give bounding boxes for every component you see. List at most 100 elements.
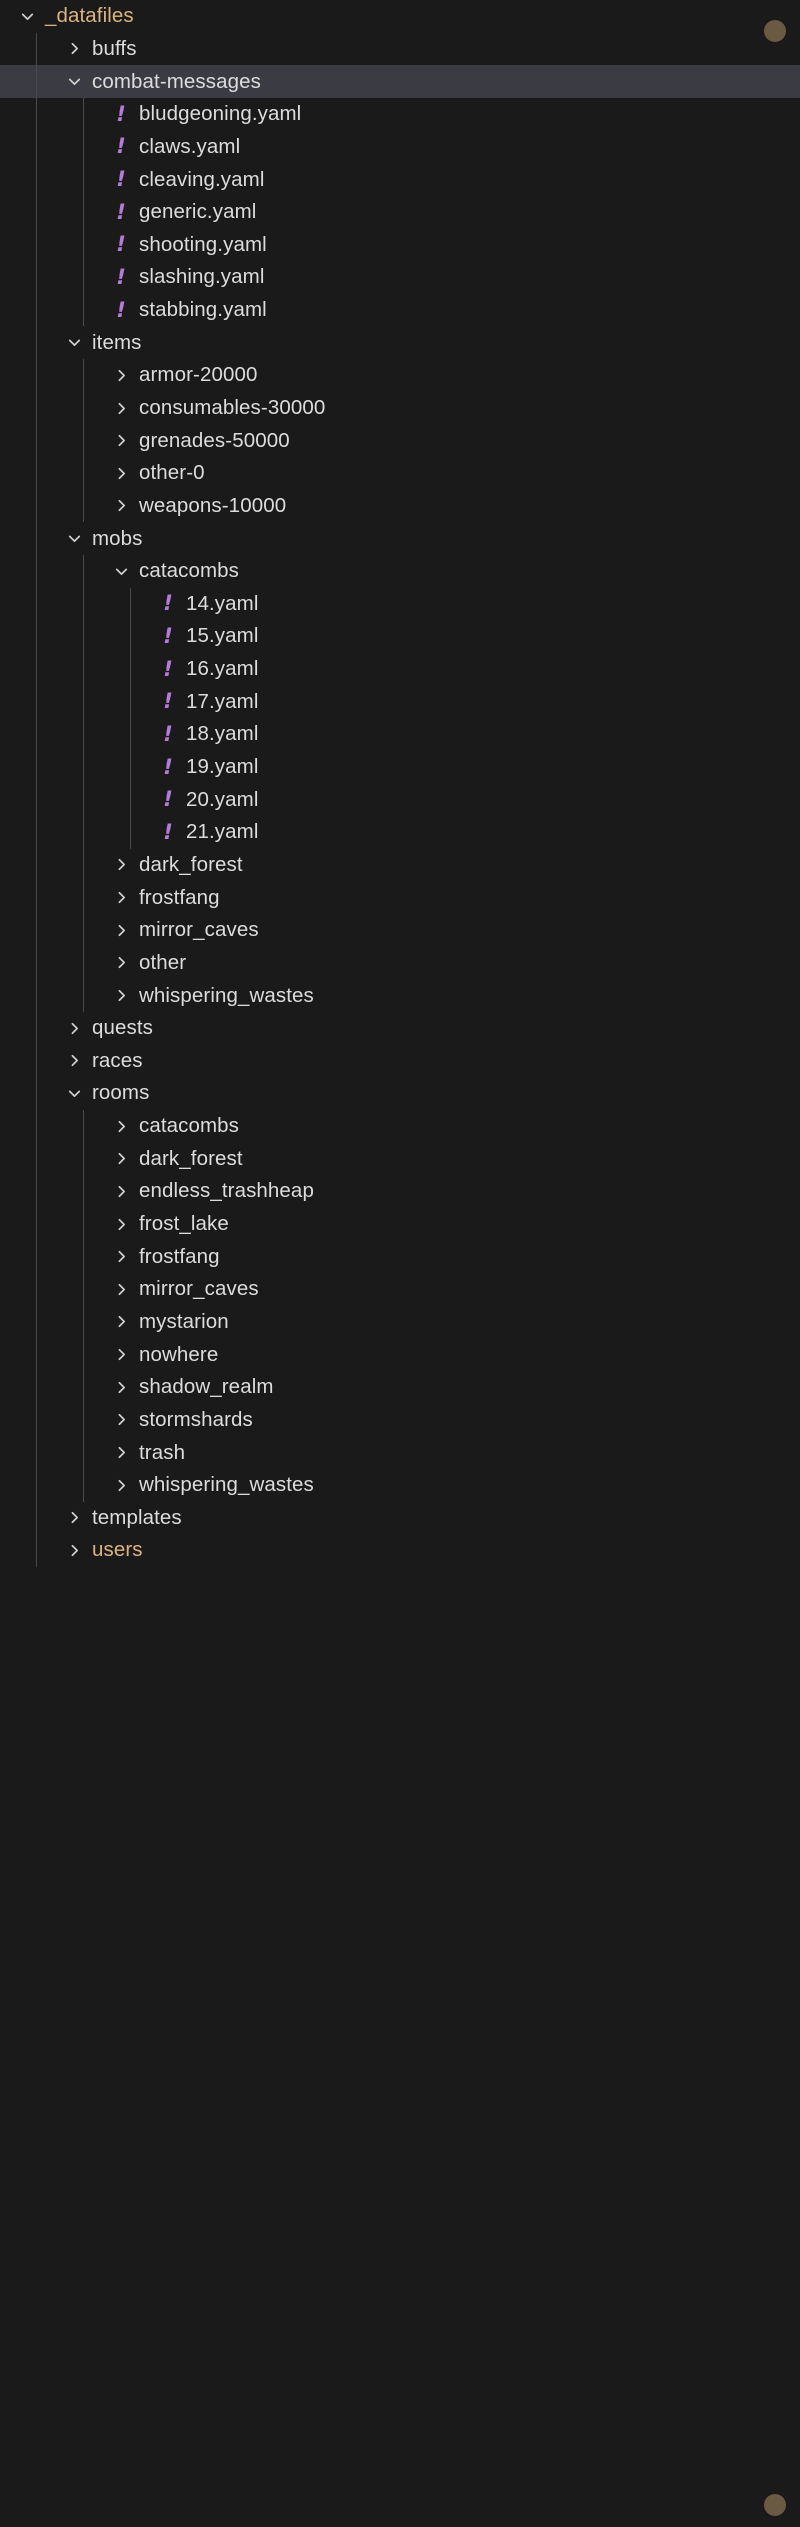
chevron-down-icon[interactable]: [108, 563, 134, 580]
chevron-right-icon[interactable]: [108, 1477, 134, 1494]
chevron-down-icon[interactable]: [61, 1085, 87, 1102]
chevron-down-icon[interactable]: [61, 73, 87, 90]
chevron-right-icon[interactable]: [108, 856, 134, 873]
tree-folder-row[interactable]: combat-messages: [0, 65, 800, 98]
status-dot-icon-top: [764, 20, 786, 42]
tree-folder-row[interactable]: rooms: [0, 1077, 800, 1110]
tree-folder-row[interactable]: mirror_caves: [0, 914, 800, 947]
chevron-right-icon[interactable]: [108, 1444, 134, 1461]
chevron-right-icon[interactable]: [108, 1248, 134, 1265]
tree-folder-row[interactable]: races: [0, 1045, 800, 1078]
tree-item-label: stormshards: [139, 1407, 253, 1431]
tree-file-row[interactable]: ! bludgeoning.yaml: [0, 98, 800, 131]
tree-file-row[interactable]: ! cleaving.yaml: [0, 163, 800, 196]
tree-folder-row[interactable]: items: [0, 326, 800, 359]
tree-item-label: 15.yaml: [186, 624, 259, 648]
chevron-down-icon[interactable]: [14, 8, 40, 25]
tree-file-row[interactable]: ! 21.yaml: [0, 816, 800, 849]
tree-file-row[interactable]: ! shooting.yaml: [0, 228, 800, 261]
tree-file-row[interactable]: ! 17.yaml: [0, 685, 800, 718]
chevron-right-icon[interactable]: [108, 1379, 134, 1396]
chevron-right-icon[interactable]: [61, 1052, 87, 1069]
tree-item-label: races: [92, 1048, 143, 1072]
yaml-file-icon: !: [163, 787, 173, 812]
tree-file-row[interactable]: ! 15.yaml: [0, 620, 800, 653]
chevron-right-icon[interactable]: [108, 432, 134, 449]
tree-folder-row[interactable]: catacombs: [0, 1110, 800, 1143]
tree-item-label: trash: [139, 1440, 186, 1464]
tree-file-row[interactable]: ! 18.yaml: [0, 718, 800, 751]
tree-folder-row[interactable]: users: [0, 1534, 800, 1567]
tree-folder-row[interactable]: other-0: [0, 457, 800, 490]
chevron-right-icon[interactable]: [108, 367, 134, 384]
tree-folder-row[interactable]: templates: [0, 1501, 800, 1534]
chevron-right-icon[interactable]: [108, 400, 134, 417]
tree-item-label: weapons-10000: [139, 493, 287, 517]
chevron-right-icon[interactable]: [108, 465, 134, 482]
tree-folder-row[interactable]: frostfang: [0, 881, 800, 914]
chevron-right-icon[interactable]: [61, 1020, 87, 1037]
tree-item-label: users: [92, 1538, 143, 1562]
tree-file-row[interactable]: ! 19.yaml: [0, 751, 800, 784]
tree-folder-row[interactable]: dark_forest: [0, 1142, 800, 1175]
chevron-right-icon[interactable]: [61, 1542, 87, 1559]
tree-folder-row[interactable]: mystarion: [0, 1306, 800, 1339]
tree-folder-row[interactable]: consumables-30000: [0, 392, 800, 425]
tree-folder-row[interactable]: trash: [0, 1436, 800, 1469]
chevron-right-icon[interactable]: [108, 497, 134, 514]
chevron-right-icon[interactable]: [108, 1313, 134, 1330]
chevron-right-icon[interactable]: [108, 1118, 134, 1135]
tree-folder-row[interactable]: other: [0, 947, 800, 980]
file-tree[interactable]: _datafiles buffs combat-messages! bludgeoni…: [0, 0, 800, 1568]
chevron-right-icon[interactable]: [108, 1281, 134, 1298]
tree-item-label: cleaving.yaml: [139, 167, 265, 191]
chevron-right-icon[interactable]: [108, 954, 134, 971]
tree-folder-row[interactable]: armor-20000: [0, 359, 800, 392]
tree-folder-row[interactable]: grenades-50000: [0, 424, 800, 457]
tree-folder-row[interactable]: endless_trashheap: [0, 1175, 800, 1208]
tree-item-label: stabbing.yaml: [139, 298, 267, 322]
tree-item-label: 20.yaml: [186, 787, 259, 811]
chevron-right-icon[interactable]: [108, 1150, 134, 1167]
tree-folder-row[interactable]: weapons-10000: [0, 490, 800, 523]
tree-folder-row[interactable]: shadow_realm: [0, 1371, 800, 1404]
tree-file-row[interactable]: ! 16.yaml: [0, 653, 800, 686]
chevron-right-icon[interactable]: [108, 1216, 134, 1233]
chevron-right-icon[interactable]: [61, 40, 87, 57]
yaml-file-icon: !: [163, 754, 173, 779]
yaml-file-icon: !: [163, 623, 173, 648]
tree-folder-row[interactable]: catacombs: [0, 555, 800, 588]
tree-folder-row[interactable]: whispering_wastes: [0, 979, 800, 1012]
tree-folder-row[interactable]: nowhere: [0, 1338, 800, 1371]
tree-folder-row[interactable]: quests: [0, 1012, 800, 1045]
chevron-down-icon[interactable]: [61, 334, 87, 351]
chevron-right-icon[interactable]: [108, 1411, 134, 1428]
chevron-right-icon[interactable]: [108, 922, 134, 939]
tree-file-row[interactable]: ! 14.yaml: [0, 588, 800, 621]
chevron-down-icon[interactable]: [61, 530, 87, 547]
tree-folder-row[interactable]: dark_forest: [0, 849, 800, 882]
tree-item-label: whispering_wastes: [139, 1473, 314, 1497]
tree-folder-row[interactable]: mirror_caves: [0, 1273, 800, 1306]
tree-item-label: 19.yaml: [186, 755, 259, 779]
tree-folder-row[interactable]: frost_lake: [0, 1208, 800, 1241]
tree-folder-row[interactable]: buffs: [0, 33, 800, 66]
tree-file-row[interactable]: ! claws.yaml: [0, 131, 800, 164]
tree-folder-row[interactable]: stormshards: [0, 1404, 800, 1437]
tree-file-row[interactable]: ! generic.yaml: [0, 196, 800, 229]
tree-file-row[interactable]: ! slashing.yaml: [0, 261, 800, 294]
tree-item-label: catacombs: [139, 1114, 240, 1138]
chevron-right-icon[interactable]: [61, 1509, 87, 1526]
tree-folder-row[interactable]: _datafiles: [0, 0, 800, 33]
chevron-right-icon[interactable]: [108, 1346, 134, 1363]
tree-item-label: rooms: [92, 1081, 150, 1105]
chevron-right-icon[interactable]: [108, 987, 134, 1004]
chevron-right-icon[interactable]: [108, 889, 134, 906]
tree-folder-row[interactable]: whispering_wastes: [0, 1469, 800, 1502]
tree-file-row[interactable]: ! stabbing.yaml: [0, 294, 800, 327]
yaml-file-icon: !: [116, 199, 126, 224]
tree-file-row[interactable]: ! 20.yaml: [0, 783, 800, 816]
chevron-right-icon[interactable]: [108, 1183, 134, 1200]
tree-folder-row[interactable]: frostfang: [0, 1240, 800, 1273]
tree-folder-row[interactable]: mobs: [0, 522, 800, 555]
